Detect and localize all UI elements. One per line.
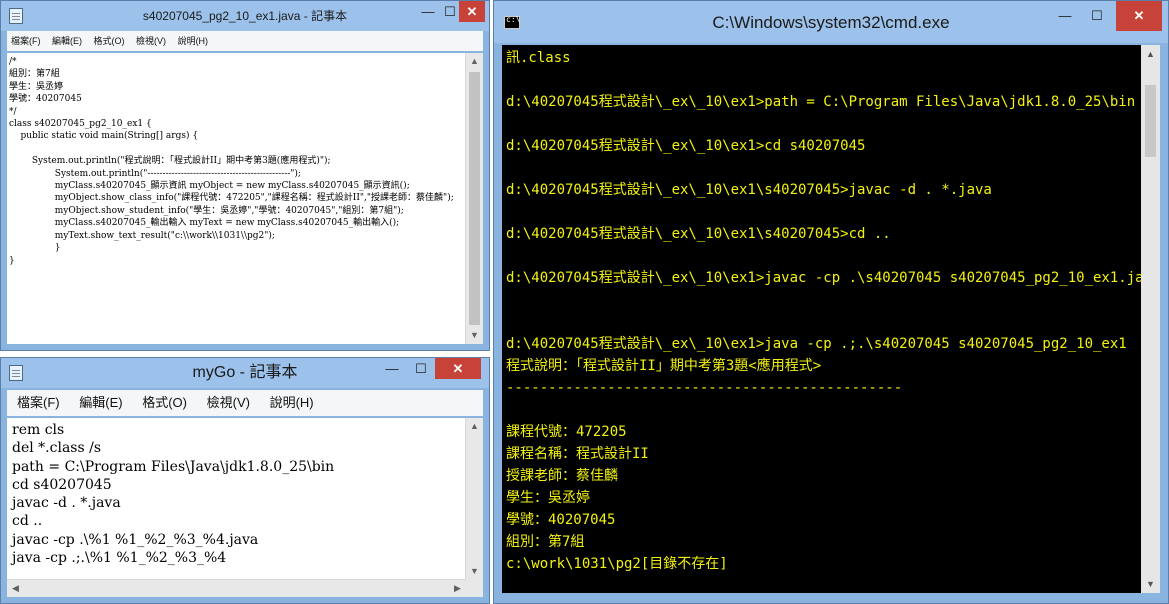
console-text: 訊.class d:\40207045程式設計\_ex\_10\ex1>path… [502, 45, 1141, 593]
editor-content: /* 組別：第7組 學生：吳丞婷 學號：40207045 */ class s4… [9, 57, 454, 266]
text-editor[interactable]: /* 組別：第7組 學生：吳丞婷 學號：40207045 */ class s4… [7, 53, 483, 344]
console-output-area[interactable]: 訊.class d:\40207045程式設計\_ex\_10\ex1>path… [502, 45, 1141, 593]
menu-file[interactable]: 檔案(F) [17, 390, 60, 416]
menu-view[interactable]: 檢視(V) [207, 390, 250, 416]
maximize-button[interactable]: ☐ [441, 1, 459, 22]
menu-edit[interactable]: 編輯(E) [79, 390, 122, 416]
scroll-up-arrow-icon[interactable]: ▲ [1141, 45, 1160, 63]
scroll-up-arrow-icon[interactable]: ▲ [466, 53, 483, 70]
vertical-scrollbar[interactable]: ▲ ▼ [465, 418, 483, 580]
close-button[interactable]: ✕ [1116, 1, 1162, 31]
minimize-button[interactable]: — [1050, 1, 1080, 31]
maximize-button[interactable]: ☐ [407, 358, 435, 379]
scroll-right-arrow-icon[interactable]: ▶ [449, 580, 466, 597]
title-bar[interactable]: C:\Windows\system32\cmd.exe — ☐ ✕ [494, 1, 1168, 43]
editor-content: rem cls del *.class /s path = C:\Program… [12, 422, 335, 567]
menu-view[interactable]: 檢視(V) [136, 31, 166, 51]
minimize-button[interactable]: — [415, 1, 441, 22]
menu-format[interactable]: 格式(O) [94, 31, 125, 51]
menu-bar: 檔案(F) 編輯(E) 格式(O) 檢視(V) 說明(H) [7, 31, 483, 51]
scroll-thumb[interactable] [469, 72, 480, 325]
scroll-down-arrow-icon[interactable]: ▼ [1141, 575, 1160, 593]
menu-edit[interactable]: 編輯(E) [52, 31, 82, 51]
close-button[interactable]: ✕ [435, 358, 481, 379]
scroll-down-arrow-icon[interactable]: ▼ [466, 563, 483, 580]
close-button[interactable]: ✕ [459, 1, 485, 22]
menu-help[interactable]: 說明(H) [270, 390, 314, 416]
menu-help[interactable]: 說明(H) [178, 31, 209, 51]
menu-bar: 檔案(F) 編輯(E) 格式(O) 檢視(V) 說明(H) [7, 390, 483, 416]
console-output: 訊.class d:\40207045程式設計\_ex\_10\ex1>path… [506, 50, 1141, 572]
cmd-window: C:\Windows\system32\cmd.exe — ☐ ✕ 訊.clas… [493, 0, 1169, 604]
scroll-thumb[interactable] [1145, 85, 1156, 157]
title-bar[interactable]: myGo - 記事本 — ☐ ✕ [1, 358, 489, 388]
title-bar[interactable]: s40207045_pg2_10_ex1.java - 記事本 — ☐ ✕ [1, 1, 489, 31]
scroll-up-arrow-icon[interactable]: ▲ [466, 418, 483, 435]
horizontal-scrollbar[interactable]: ◀ ▶ [7, 579, 466, 597]
notepad-java-window: s40207045_pg2_10_ex1.java - 記事本 — ☐ ✕ 檔案… [0, 0, 490, 351]
menu-format[interactable]: 格式(O) [142, 390, 187, 416]
text-editor[interactable]: rem cls del *.class /s path = C:\Program… [7, 418, 483, 597]
scroll-down-arrow-icon[interactable]: ▼ [466, 327, 483, 344]
vertical-scrollbar[interactable]: ▲ ▼ [465, 53, 483, 344]
scroll-left-arrow-icon[interactable]: ◀ [7, 580, 24, 597]
menu-file[interactable]: 檔案(F) [11, 31, 41, 51]
notepad-mygo-window: myGo - 記事本 — ☐ ✕ 檔案(F) 編輯(E) 格式(O) 檢視(V)… [0, 357, 490, 604]
scroll-corner [466, 580, 483, 597]
minimize-button[interactable]: — [377, 358, 407, 379]
maximize-button[interactable]: ☐ [1082, 1, 1112, 31]
console-scrollbar[interactable]: ▲ ▼ [1141, 45, 1160, 593]
